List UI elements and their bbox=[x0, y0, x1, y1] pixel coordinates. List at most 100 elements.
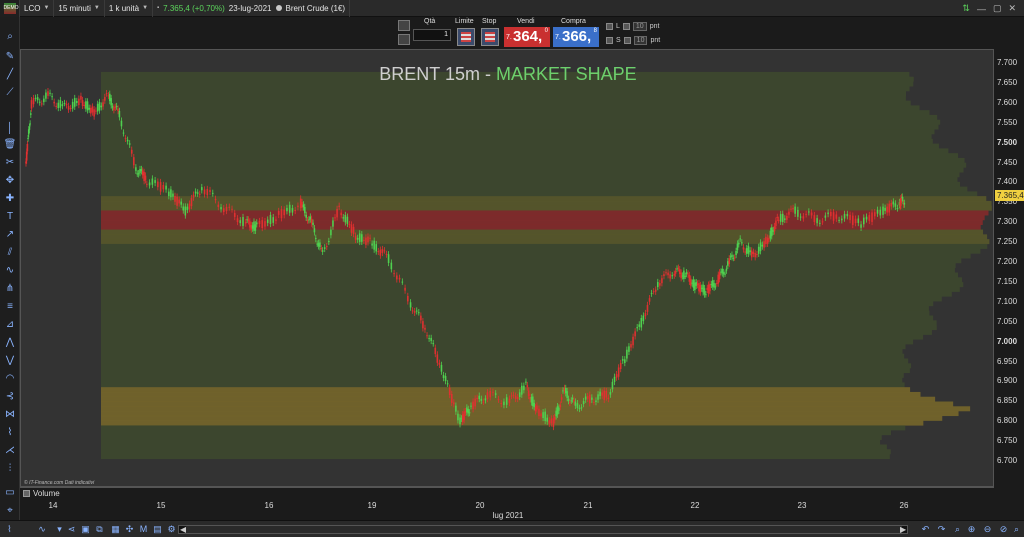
limit-checkbox-2[interactable] bbox=[622, 23, 630, 30]
compass-icon[interactable]: ⌖ bbox=[3, 505, 17, 517]
price-chart[interactable]: BRENT 15m - MARKET SHAPE bbox=[20, 49, 994, 487]
limit-points-input[interactable]: 10 bbox=[632, 22, 647, 31]
last-price: 7.365,4 (+0,70%) bbox=[163, 3, 225, 13]
candle-body bbox=[781, 213, 784, 223]
limit-order-button[interactable] bbox=[457, 28, 475, 46]
candle-body bbox=[792, 207, 794, 210]
wave-tool-icon[interactable]: ∿ bbox=[3, 265, 17, 277]
sell-button[interactable]: 7. 364, 0 bbox=[504, 27, 550, 47]
share-icon[interactable]: ⋖ bbox=[66, 524, 77, 535]
candle-body bbox=[707, 284, 710, 294]
gann-icon[interactable]: ⊿ bbox=[3, 319, 17, 331]
candle-body bbox=[36, 97, 39, 101]
minimize-icon[interactable]: — bbox=[977, 4, 986, 14]
candle-body bbox=[222, 208, 225, 213]
candle-body bbox=[344, 214, 347, 223]
cycle-tool-icon[interactable]: ◠ bbox=[3, 373, 17, 385]
elliott-icon[interactable]: ⋁ bbox=[3, 355, 17, 367]
trendline-tool-icon[interactable]: ⟋ bbox=[3, 87, 17, 99]
orders-icon[interactable] bbox=[398, 34, 410, 45]
pencil-tool-icon[interactable]: ✎ bbox=[3, 51, 17, 63]
candle-body bbox=[489, 390, 492, 398]
chart-type-icon[interactable]: ∿ bbox=[32, 524, 52, 535]
volume-checkbox[interactable] bbox=[23, 490, 30, 497]
stop-points-input[interactable]: 10 bbox=[633, 36, 648, 45]
qty-input[interactable]: 1 bbox=[413, 29, 451, 41]
stop-order-button[interactable] bbox=[481, 28, 499, 46]
limit-checkbox[interactable] bbox=[606, 23, 613, 30]
candle-body bbox=[894, 203, 897, 207]
units-selector[interactable]: 1 k unità ▼ bbox=[105, 0, 154, 17]
profile-band bbox=[101, 277, 962, 283]
folder-icon[interactable]: ▤ bbox=[152, 524, 163, 535]
candle-body bbox=[47, 91, 49, 96]
time-axis[interactable]: lug 2021 14 15 16 19 20 21 22 23 26 bbox=[20, 498, 994, 520]
layout-icon[interactable]: ▣ bbox=[80, 524, 91, 535]
wave-abc-icon[interactable]: ⌇ bbox=[3, 427, 17, 439]
sell-label: Vendi bbox=[517, 18, 535, 25]
candle-body bbox=[182, 206, 185, 211]
candle-body bbox=[514, 395, 517, 399]
ruler-icon[interactable]: ▭ bbox=[3, 487, 17, 499]
fan-lines-icon[interactable]: ⫶ bbox=[3, 463, 17, 475]
candle-icon[interactable]: ⌇ bbox=[4, 524, 15, 535]
fibonacci-icon[interactable]: ≡ bbox=[3, 301, 17, 313]
grid-icon[interactable]: ▦ bbox=[110, 524, 121, 535]
redo-icon[interactable]: ↷ bbox=[936, 524, 947, 535]
price-axis[interactable]: 7.700 7.650 7.600 7.550 7.500 7.450 7.400 7.350… bbox=[994, 49, 1024, 487]
zoom-region-icon[interactable]: ⊘ bbox=[998, 524, 1009, 535]
candle-body bbox=[605, 391, 608, 398]
chevron-down-icon[interactable]: ▾ bbox=[54, 524, 65, 535]
zoom-fit-icon[interactable]: ⌕ bbox=[952, 524, 963, 535]
restore-icon[interactable]: ▢ bbox=[993, 3, 1002, 14]
tools-icon[interactable]: ✂ bbox=[3, 157, 17, 169]
timeframe-selector[interactable]: 15 minuti ▼ bbox=[54, 0, 105, 17]
vertical-line-icon[interactable]: │ bbox=[3, 123, 17, 135]
settings-icon[interactable]: ⚙ bbox=[166, 524, 177, 535]
zoom-in-icon[interactable]: ⊕ bbox=[966, 524, 977, 535]
undo-icon[interactable]: ↶ bbox=[920, 524, 931, 535]
pattern-tool-icon[interactable]: ⋀ bbox=[3, 337, 17, 349]
scrollbar-thumb[interactable] bbox=[186, 526, 902, 533]
buy-button[interactable]: 7. 366, 8 bbox=[553, 27, 599, 47]
channel-tool-icon[interactable]: ⫽ bbox=[3, 247, 17, 259]
candle-body bbox=[297, 205, 299, 208]
abc-tool-icon[interactable]: ⋈ bbox=[3, 409, 17, 421]
chart-canvas[interactable] bbox=[21, 50, 995, 488]
text-tool-icon[interactable]: T bbox=[3, 211, 17, 223]
zoom-reset-icon[interactable]: ⌕ bbox=[1011, 524, 1022, 535]
zoom-out-icon[interactable]: ⊖ bbox=[982, 524, 993, 535]
pattern-icon[interactable]: ✣ bbox=[124, 524, 135, 535]
sync-icon[interactable]: ⇅ bbox=[962, 3, 970, 14]
profile-band bbox=[101, 372, 904, 378]
y-tick-label: 6.700 bbox=[997, 456, 1018, 465]
close-icon[interactable]: ✕ bbox=[1008, 3, 1016, 14]
symbol-selector[interactable]: LCO ▼ bbox=[20, 0, 55, 17]
candle-body bbox=[151, 178, 154, 185]
move-icon[interactable]: ✥ bbox=[3, 175, 17, 187]
zoom-tool-icon[interactable]: ⌕ bbox=[3, 31, 17, 43]
stop-checkbox-2[interactable] bbox=[623, 37, 631, 44]
candle-body bbox=[624, 359, 626, 363]
stop-checkbox[interactable] bbox=[606, 37, 613, 44]
wave-count-icon[interactable]: ⋌ bbox=[3, 445, 17, 457]
pitchfork-icon[interactable]: ⋔ bbox=[3, 283, 17, 295]
candle-body bbox=[669, 274, 671, 279]
crosshair-icon[interactable]: ✚ bbox=[3, 193, 17, 205]
scroll-right-icon[interactable]: ▶ bbox=[900, 525, 906, 534]
copy-icon[interactable]: ⧉ bbox=[94, 524, 105, 535]
profile-band bbox=[101, 229, 984, 235]
candle-body bbox=[196, 192, 199, 194]
trash-icon[interactable]: 🗑 bbox=[3, 139, 17, 151]
m-icon[interactable]: M bbox=[138, 524, 149, 535]
arrow-tool-icon[interactable]: ↗ bbox=[3, 229, 17, 241]
profile-band bbox=[101, 415, 943, 421]
line-tool-icon[interactable]: ╱ bbox=[3, 69, 17, 81]
candle-body bbox=[446, 383, 449, 385]
candle-body bbox=[580, 407, 583, 409]
fan-tool-icon[interactable]: ⊰ bbox=[3, 391, 17, 403]
profile-band bbox=[101, 339, 914, 345]
calculator-icon[interactable] bbox=[398, 20, 410, 31]
candle-body bbox=[738, 242, 740, 245]
candle-body bbox=[162, 184, 165, 190]
